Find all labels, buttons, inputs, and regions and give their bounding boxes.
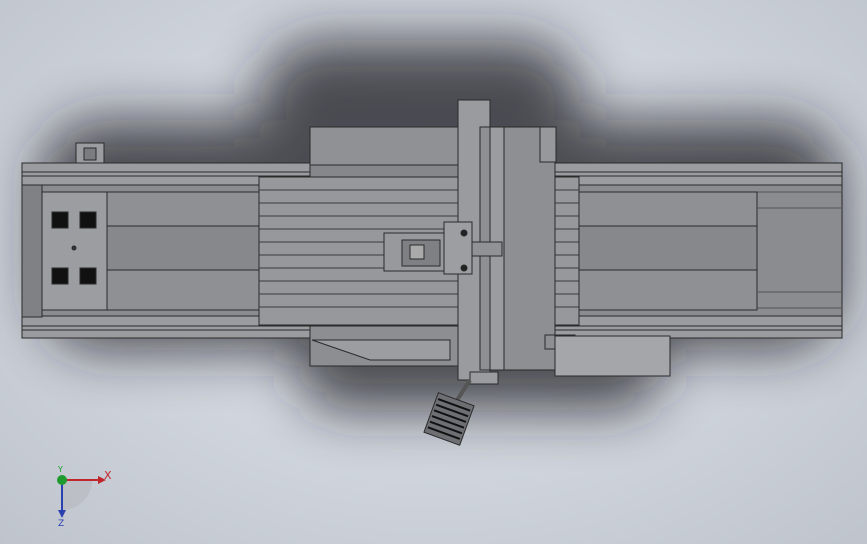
column-housing-top [309, 126, 461, 178]
y-axis-label: Y [57, 465, 63, 474]
cad-viewport[interactable]: X Y Z [0, 0, 867, 544]
machine-model-top-view[interactable] [0, 0, 867, 544]
y-axis-dot [57, 475, 67, 485]
column-housing-bottom [309, 325, 461, 367]
triad-sector [62, 480, 92, 510]
z-axis-label: Z [58, 519, 64, 529]
x-axis-label: X [104, 469, 112, 482]
left-bellow-cover [106, 191, 260, 311]
axis-triad: X Y Z [57, 465, 112, 529]
z-axis-arrow [58, 510, 66, 518]
tool-magazine [423, 378, 475, 446]
